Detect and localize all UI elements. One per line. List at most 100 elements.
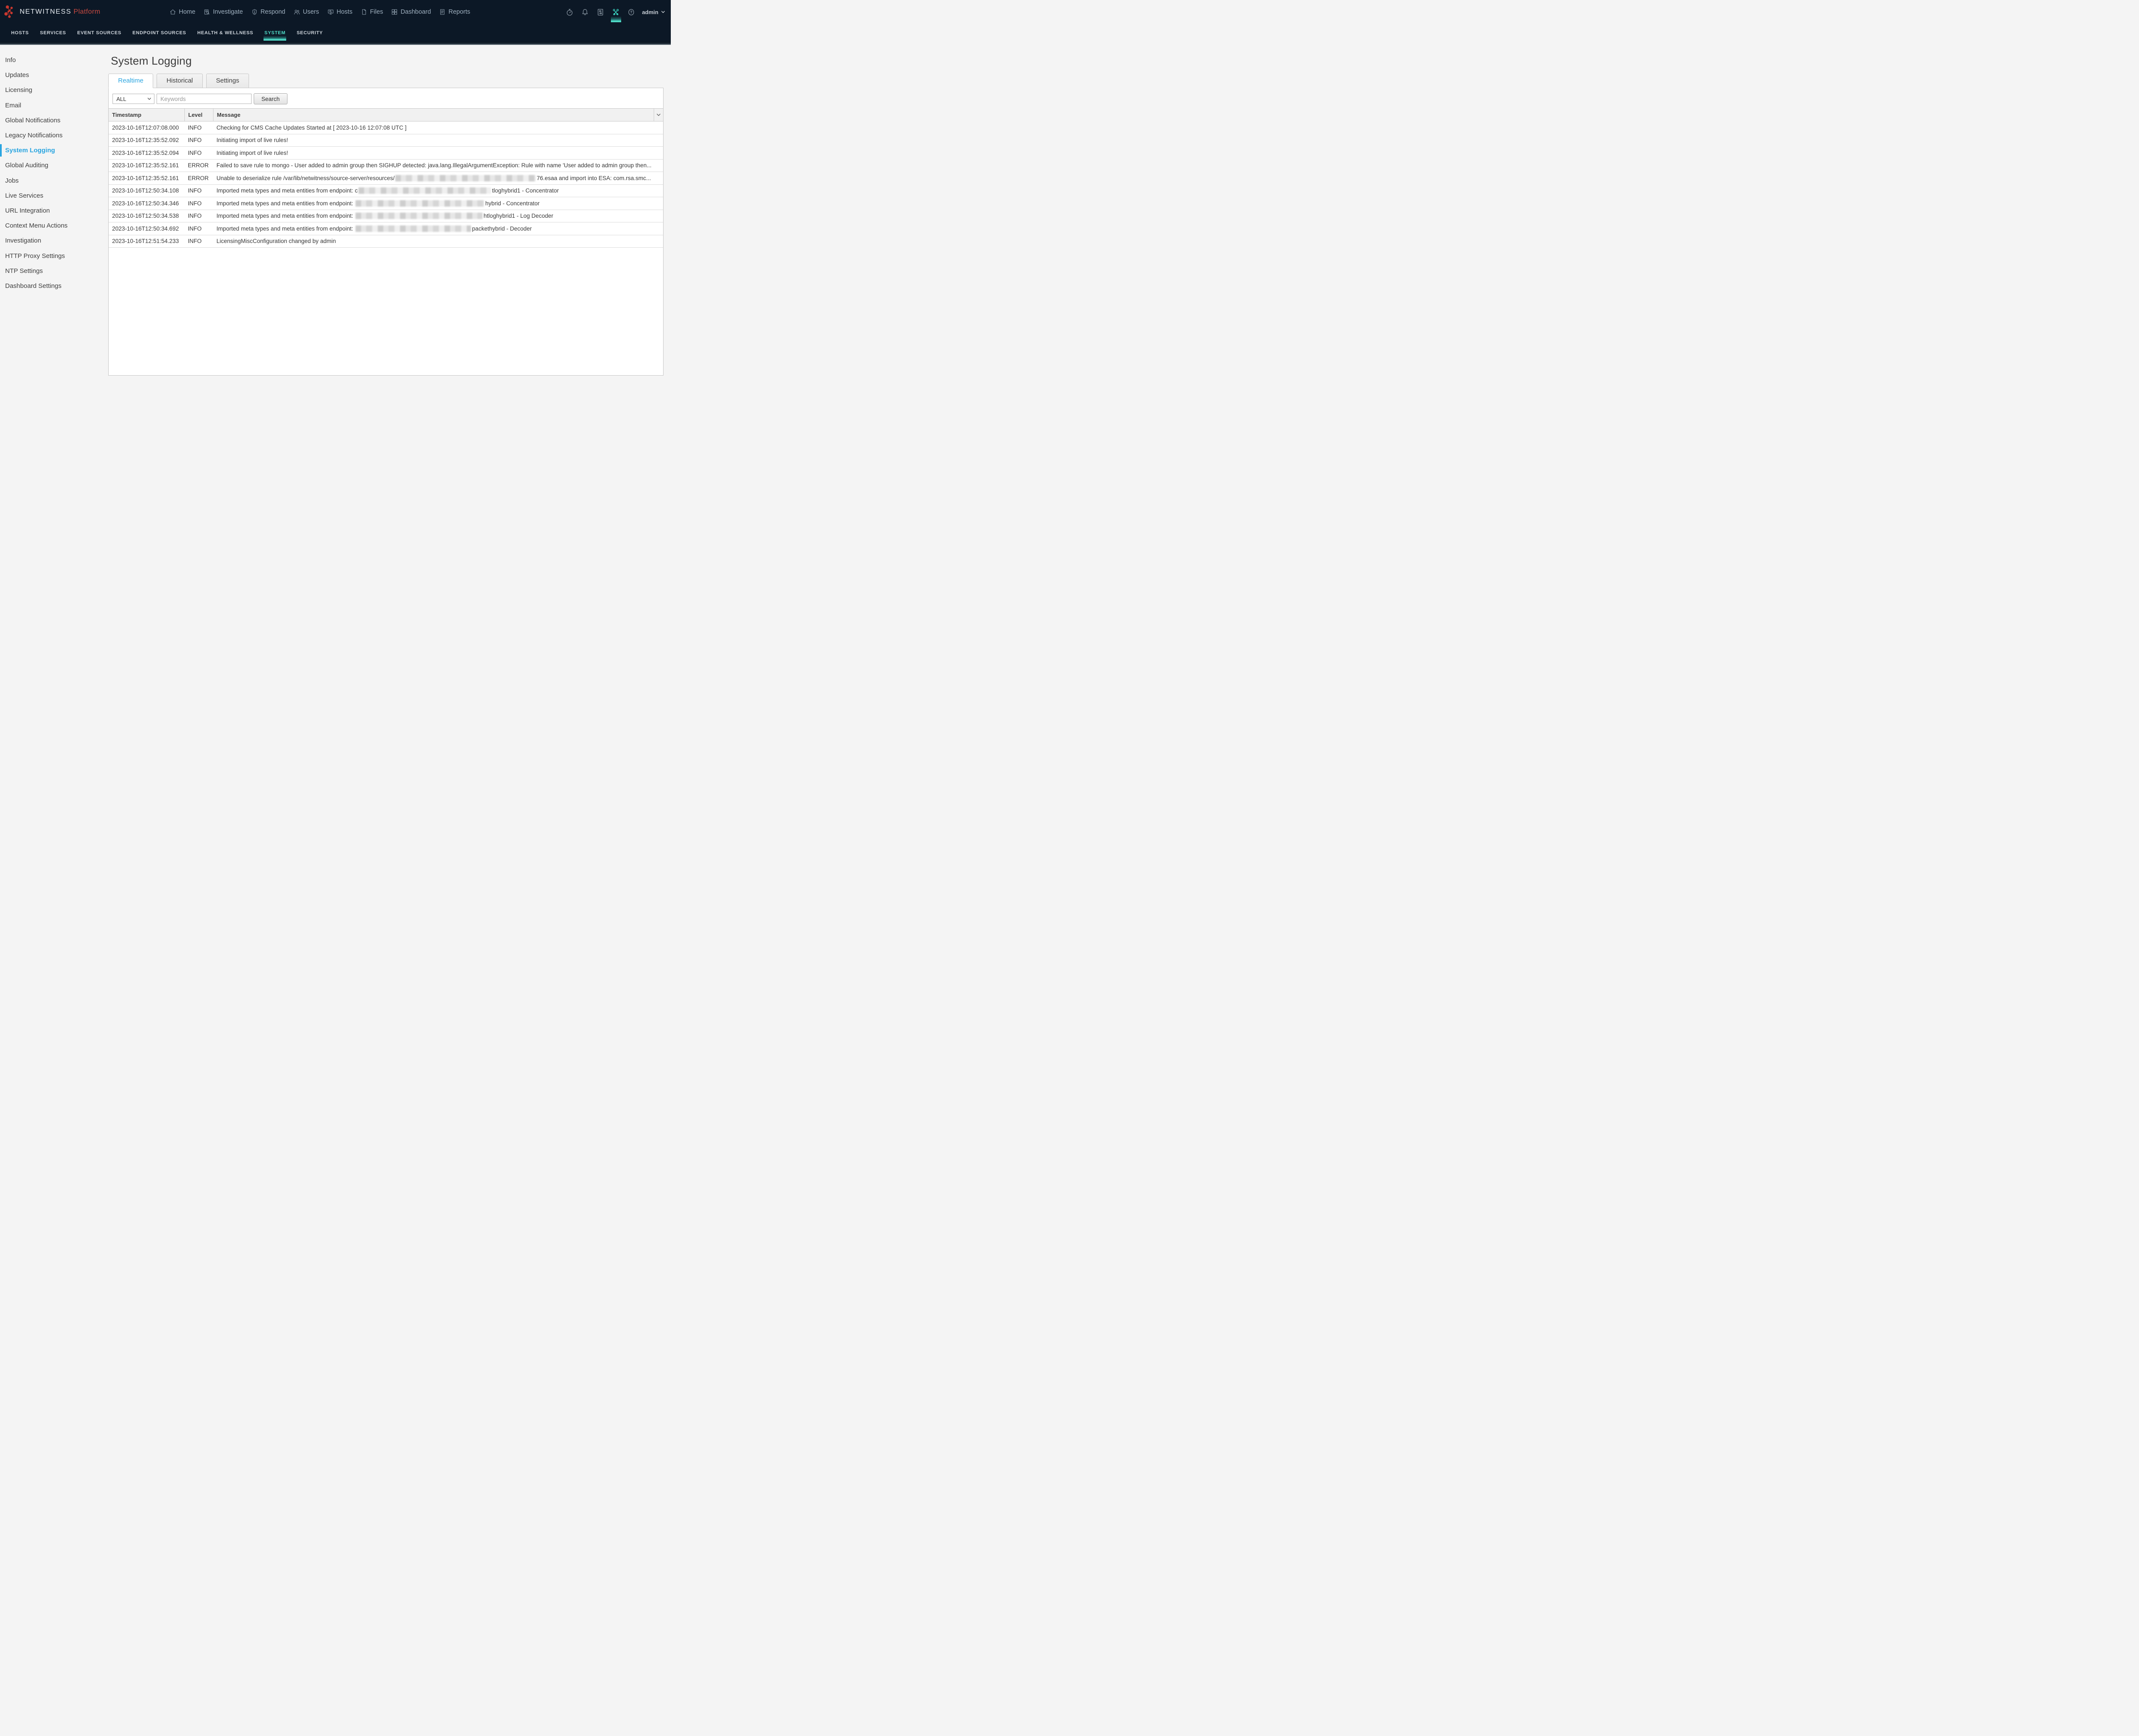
column-header-message[interactable]: Message xyxy=(213,109,654,121)
sidebar-item-url-integration[interactable]: URL Integration xyxy=(0,203,107,218)
cell-level: INFO xyxy=(184,197,213,210)
cell-message: Initiating import of live rules! xyxy=(213,147,663,159)
column-header-timestamp[interactable]: Timestamp xyxy=(109,109,184,121)
sidebar-item-http-proxy-settings[interactable]: HTTP Proxy Settings xyxy=(0,248,107,263)
cell-timestamp: 2023-10-16T12:35:52.092 xyxy=(109,134,184,147)
cell-level: INFO xyxy=(184,210,213,222)
message-text: htloghybrid1 - Log Decoder xyxy=(483,213,553,219)
user-label: admin xyxy=(642,9,658,15)
message-text: Imported meta types and meta entities fr… xyxy=(216,200,355,207)
top-nav-item-home[interactable]: Home xyxy=(169,9,196,15)
sidebar-item-global-notifications[interactable]: Global Notifications xyxy=(0,113,107,128)
admin-tools-icon[interactable] xyxy=(611,0,621,24)
home-icon xyxy=(169,9,176,15)
tab-realtime[interactable]: Realtime xyxy=(108,74,153,88)
log-row[interactable]: 2023-10-16T12:07:08.000INFOChecking for … xyxy=(109,121,663,134)
top-nav-item-investigate[interactable]: Investigate xyxy=(204,9,243,15)
cell-timestamp: 2023-10-16T12:35:52.161 xyxy=(109,160,184,172)
top-nav-item-files[interactable]: Files xyxy=(361,9,383,15)
level-select-wrap: ALL xyxy=(113,94,154,104)
log-row[interactable]: 2023-10-16T12:50:34.692INFOImported meta… xyxy=(109,222,663,235)
log-row[interactable]: 2023-10-16T12:50:34.538INFOImported meta… xyxy=(109,210,663,223)
search-button[interactable]: Search xyxy=(254,93,287,104)
top-nav-item-respond[interactable]: Respond xyxy=(251,9,285,15)
subnav-item-health-wellness[interactable]: HEALTH & WELLNESS xyxy=(192,24,259,41)
user-menu[interactable]: admin xyxy=(642,9,666,15)
message-text: LicensingMiscConfiguration changed by ad… xyxy=(216,238,336,244)
sidebar-item-jobs[interactable]: Jobs xyxy=(0,173,107,188)
tab-historical[interactable]: Historical xyxy=(157,74,203,88)
top-bar: NETWITNESS Platform Home Investigate Respo… xyxy=(0,0,671,24)
tab-bar: Realtime HistoricalSettings xyxy=(108,74,249,88)
log-row[interactable]: 2023-10-16T12:35:52.092INFOInitiating im… xyxy=(109,134,663,147)
message-text: Imported meta types and meta entities fr… xyxy=(216,225,355,232)
sidebar-item-updates[interactable]: Updates xyxy=(0,68,107,83)
top-nav-label: Home xyxy=(179,9,196,15)
message-text: Failed to save rule to mongo - User adde… xyxy=(216,162,652,169)
subnav-item-event-sources[interactable]: EVENT SOURCES xyxy=(71,24,127,41)
subnav-item-services[interactable]: SERVICES xyxy=(34,24,71,41)
subnav-item-hosts[interactable]: HOSTS xyxy=(6,24,34,41)
top-nav-item-users[interactable]: Users xyxy=(293,9,319,15)
subnav-item-security[interactable]: SECURITY xyxy=(291,24,328,41)
brand[interactable]: NETWITNESS Platform xyxy=(4,0,101,24)
log-row[interactable]: 2023-10-16T12:50:34.108INFOImported meta… xyxy=(109,185,663,198)
top-nav-label: Hosts xyxy=(337,9,353,15)
sidebar-item-live-services[interactable]: Live Services xyxy=(0,188,107,203)
top-nav-label: Files xyxy=(370,9,383,15)
cell-message: Imported meta types and meta entities fr… xyxy=(213,210,663,222)
jobs-icon[interactable] xyxy=(596,0,605,24)
tab-settings[interactable]: Settings xyxy=(206,74,249,88)
sidebar-item-context-menu-actions[interactable]: Context Menu Actions xyxy=(0,218,107,233)
subnav-item-endpoint-sources[interactable]: ENDPOINT SOURCES xyxy=(127,24,192,41)
cell-level: INFO xyxy=(184,185,213,197)
notifications-icon[interactable] xyxy=(581,0,590,24)
timer-icon[interactable] xyxy=(565,0,575,24)
top-nav-item-hosts[interactable]: Hosts xyxy=(327,9,353,15)
chevron-down-icon xyxy=(661,9,666,15)
log-row[interactable]: 2023-10-16T12:35:52.094INFOInitiating im… xyxy=(109,147,663,160)
sidebar-item-investigation[interactable]: Investigation xyxy=(0,233,107,248)
sidebar-item-system-logging[interactable]: System Logging xyxy=(0,143,107,158)
sidebar-item-legacy-notifications[interactable]: Legacy Notifications xyxy=(0,128,107,143)
cell-timestamp: 2023-10-16T12:50:34.108 xyxy=(109,185,184,197)
redacted-block xyxy=(358,187,491,194)
top-nav-item-dashboard[interactable]: Dashboard xyxy=(391,9,431,15)
cell-level: INFO xyxy=(184,121,213,134)
level-select[interactable]: ALL xyxy=(113,94,154,104)
redacted-block xyxy=(395,175,536,181)
files-icon xyxy=(361,9,367,15)
subnav-item-system[interactable]: SYSTEM xyxy=(259,24,291,41)
cell-level: INFO xyxy=(184,235,213,248)
log-row[interactable]: 2023-10-16T12:51:54.233INFOLicensingMisc… xyxy=(109,235,663,248)
cell-message: Checking for CMS Cache Updates Started a… xyxy=(213,121,663,134)
keywords-input[interactable] xyxy=(157,94,252,104)
log-table: Timestamp Level Message 2023-10-16T12:07… xyxy=(109,108,663,375)
cell-level: ERROR xyxy=(184,172,213,184)
cell-timestamp: 2023-10-16T12:35:52.094 xyxy=(109,147,184,159)
sidebar-item-dashboard-settings[interactable]: Dashboard Settings xyxy=(0,278,107,293)
message-text: Initiating import of live rules! xyxy=(216,137,288,143)
log-row[interactable]: 2023-10-16T12:50:34.346INFOImported meta… xyxy=(109,197,663,210)
cell-message: Imported meta types and meta entities fr… xyxy=(213,185,663,197)
help-icon[interactable]: ? xyxy=(627,0,636,24)
sidebar-item-ntp-settings[interactable]: NTP Settings xyxy=(0,264,107,278)
cell-message: Initiating import of live rules! xyxy=(213,134,663,147)
message-text: Initiating import of live rules! xyxy=(216,150,288,156)
message-text: hybrid - Concentrator xyxy=(485,200,539,207)
sidebar-item-email[interactable]: Email xyxy=(0,98,107,113)
cell-level: INFO xyxy=(184,222,213,235)
page-title: System Logging xyxy=(111,54,192,68)
sidebar-item-info[interactable]: Info xyxy=(0,53,107,68)
message-text: Imported meta types and meta entities fr… xyxy=(216,187,358,194)
top-nav-label: Users xyxy=(303,9,319,15)
log-row[interactable]: 2023-10-16T12:35:52.161ERRORFailed to sa… xyxy=(109,160,663,172)
column-header-level[interactable]: Level xyxy=(184,109,213,121)
sidebar-item-licensing[interactable]: Licensing xyxy=(0,83,107,98)
column-menu-button[interactable] xyxy=(654,109,663,121)
message-text: tloghybrid1 - Concentrator xyxy=(492,187,559,194)
log-row[interactable]: 2023-10-16T12:35:52.161ERRORUnable to de… xyxy=(109,172,663,185)
sidebar-item-global-auditing[interactable]: Global Auditing xyxy=(0,158,107,173)
top-nav-item-reports[interactable]: Reports xyxy=(439,9,470,15)
cell-level: INFO xyxy=(184,147,213,159)
